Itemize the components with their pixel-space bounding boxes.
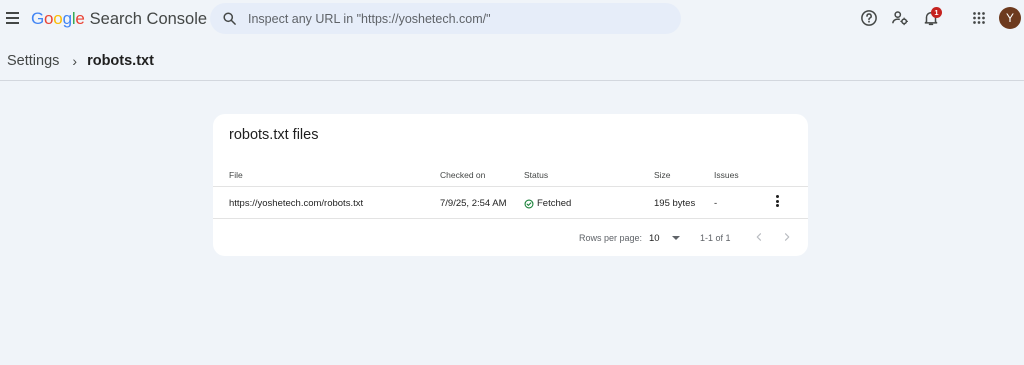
check-circle-icon — [524, 199, 534, 208]
card-title: robots.txt files — [229, 127, 319, 143]
product-name: Search Console — [89, 10, 208, 28]
cell-size: 195 bytes — [654, 198, 696, 209]
manage-users-icon[interactable] — [891, 9, 909, 27]
column-header-file[interactable]: File — [229, 170, 243, 180]
rows-per-page-select[interactable]: 10 — [649, 230, 680, 246]
cell-checked-on: 7/9/25, 2:54 AM — [440, 198, 507, 209]
breadcrumb-separator: › — [72, 53, 78, 69]
menu-icon[interactable] — [5, 9, 21, 29]
rows-per-page-value: 10 — [649, 232, 660, 244]
google-wordmark: Google — [31, 9, 85, 28]
rows-per-page-label: Rows per page: — [579, 233, 643, 243]
dropdown-caret-icon — [671, 236, 680, 240]
column-header-issues[interactable]: Issues — [714, 170, 739, 180]
row-divider — [213, 218, 808, 219]
next-page-icon[interactable] — [780, 230, 794, 244]
notification-badge: 1 — [931, 7, 942, 18]
column-header-size[interactable]: Size — [654, 170, 671, 180]
product-logo[interactable]: Google Search Console — [31, 8, 207, 30]
status-text: Fetched — [537, 198, 572, 209]
top-bar: GoogleSearch Console 1 Y — [0, 0, 1024, 38]
robots-files-card: robots.txt files File Checked on Status … — [213, 114, 808, 256]
header-divider — [0, 80, 1024, 81]
search-input[interactable] — [248, 3, 668, 34]
avatar[interactable]: Y — [999, 7, 1021, 29]
apps-grid-icon[interactable] — [970, 9, 988, 27]
url-inspection-search[interactable] — [210, 3, 681, 34]
page-title: robots.txt — [87, 53, 154, 69]
column-header-status[interactable]: Status — [524, 170, 548, 180]
breadcrumb-settings-link[interactable]: Settings — [7, 53, 59, 69]
cell-issues: - — [714, 198, 718, 209]
pagination-range: 1-1 of 1 — [700, 233, 731, 243]
cell-status: Fetched — [524, 198, 571, 209]
previous-page-icon[interactable] — [752, 230, 766, 244]
column-header-checked-on[interactable]: Checked on — [440, 170, 485, 180]
header-row-divider — [213, 186, 808, 187]
cell-file: https://yoshetech.com/robots.txt — [229, 198, 364, 209]
more-options-icon[interactable] — [772, 195, 782, 210]
search-icon — [223, 12, 236, 25]
breadcrumb: Settings › robots.txt — [7, 52, 154, 70]
help-icon[interactable] — [860, 9, 878, 27]
